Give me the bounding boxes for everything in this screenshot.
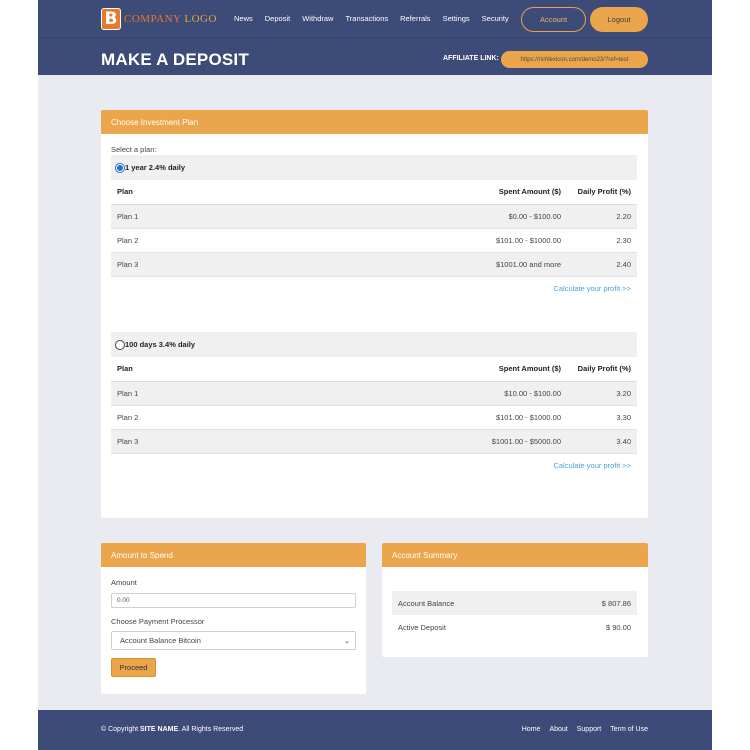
table-row: Account Balance $ 807.86	[392, 591, 637, 615]
footer-link-support[interactable]: Support	[577, 726, 602, 733]
proceed-button[interactable]: Proceed	[111, 658, 156, 677]
cell-amount: $1001.00 and more	[361, 252, 561, 277]
cell-plan: Plan 1	[111, 381, 361, 406]
company-logo[interactable]: B COMPANY LOGO	[101, 8, 217, 30]
panel-title: Account Summary	[382, 543, 648, 567]
col-header-profit: Daily Profit (%)	[561, 357, 637, 382]
cell-plan: Plan 3	[111, 429, 361, 454]
cell-profit: 2.20	[561, 204, 637, 229]
cell-plan: Plan 3	[111, 252, 361, 277]
site-header: B COMPANY LOGO News Deposit Withdraw Tra…	[38, 0, 712, 75]
radio-selected-icon[interactable]	[115, 162, 125, 173]
summary-table: Account Balance $ 807.86 Active Deposit …	[392, 591, 637, 639]
cell-amount: $10.00 - $100.00	[361, 381, 561, 406]
payment-processor-select[interactable]: Account Balance Bitcoin ⌄	[111, 631, 356, 650]
calculate-profit-link[interactable]: Calculate your profit >>	[111, 461, 637, 470]
plan-name: 1 year 2.4% daily	[125, 163, 186, 172]
col-header-plan: Plan	[111, 180, 361, 205]
cell-plan: Plan 2	[111, 228, 361, 253]
footer-link-home[interactable]: Home	[522, 726, 541, 733]
logo-logo-word: LOGO	[184, 13, 217, 25]
col-header-amount: Spent Amount ($)	[361, 357, 561, 382]
payment-processor-label: Choose Payment Processor	[111, 617, 205, 626]
cell-plan: Plan 2	[111, 405, 361, 430]
amount-input[interactable]: 0.00	[111, 593, 356, 608]
nav-transactions[interactable]: Transactions	[345, 14, 388, 23]
cell-amount: $1001.00 - $5000.00	[361, 429, 561, 454]
plan-group: 1 year 2.4% daily Plan Spent Amount ($) …	[111, 155, 637, 293]
footer-nav: Home About Support Term of Use	[522, 726, 648, 733]
affiliate-label: AFFILIATE LINK:	[443, 55, 499, 62]
copyright-suffix: . All Rights Reserved	[178, 726, 244, 733]
footer-link-about[interactable]: About	[549, 726, 567, 733]
page-title: MAKE A DEPOSIT	[101, 50, 249, 69]
cell-profit: 2.30	[561, 228, 637, 253]
amount-to-spend-panel: Amount to Spend Amount 0.00 Choose Payme…	[101, 543, 366, 694]
plan-option-1[interactable]: 1 year 2.4% daily	[111, 155, 637, 180]
chevron-down-icon: ⌄	[344, 637, 350, 645]
cell-amount: $101.00 - $1000.00	[361, 228, 561, 253]
summary-label: Active Deposit	[398, 622, 446, 632]
col-header-amount: Spent Amount ($)	[361, 180, 561, 205]
selected-processor: Account Balance Bitcoin	[120, 636, 201, 645]
copyright-text: © Copyright SITE NAME. All Rights Reserv…	[101, 726, 243, 733]
nav-settings[interactable]: Settings	[443, 14, 470, 23]
plan-table: Plan Spent Amount ($) Daily Profit (%) P…	[111, 357, 637, 454]
col-header-plan: Plan	[111, 357, 361, 382]
header-divider	[38, 37, 712, 38]
summary-label: Account Balance	[392, 591, 549, 615]
site-name: SITE NAME	[140, 726, 179, 733]
logout-button[interactable]: Logout	[590, 7, 648, 32]
logo-text: COMPANY LOGO	[124, 13, 217, 25]
plan-name: 100 days 3.4% daily	[125, 340, 196, 349]
nav-withdraw[interactable]: Withdraw	[302, 14, 333, 23]
nav-deposit[interactable]: Deposit	[265, 14, 290, 23]
cell-profit: 2.40	[561, 252, 637, 277]
table-row: Plan 2 $101.00 - $1000.00 2.30	[111, 228, 637, 253]
affiliate-link-field[interactable]: https://richlexicon.com/demo23/?ref=test	[501, 51, 648, 68]
logo-icon: B	[101, 8, 121, 30]
cell-profit: 3.20	[561, 381, 637, 406]
table-row: Plan 1 $0.00 - $100.00 2.20	[111, 204, 637, 229]
plan-group: 100 days 3.4% daily Plan Spent Amount ($…	[111, 332, 637, 470]
col-header-profit: Daily Profit (%)	[561, 180, 637, 205]
cell-amount: $0.00 - $100.00	[361, 204, 561, 229]
table-row: Plan 2 $101.00 - $1000.00 3.30	[111, 405, 637, 430]
nav-news[interactable]: News	[234, 14, 253, 23]
site-footer: © Copyright SITE NAME. All Rights Reserv…	[38, 710, 712, 750]
panel-title: Amount to Spend	[101, 543, 366, 567]
table-row: Plan 3 $1001.00 - $5000.00 3.40	[111, 429, 637, 454]
table-row: Active Deposit $ 90.00	[392, 615, 637, 639]
cell-profit: 3.30	[561, 405, 637, 430]
amount-label: Amount	[111, 578, 137, 587]
account-summary-panel: Account Summary Account Balance $ 807.86…	[382, 543, 648, 657]
table-row: Plan 1 $10.00 - $100.00 3.20	[111, 381, 637, 406]
cell-plan: Plan 1	[111, 204, 361, 229]
cell-amount: $101.00 - $1000.00	[361, 405, 561, 430]
plan-option-2[interactable]: 100 days 3.4% daily	[111, 332, 637, 357]
nav-referrals[interactable]: Referrals	[400, 14, 430, 23]
account-button[interactable]: Account	[521, 7, 586, 32]
page: B COMPANY LOGO News Deposit Withdraw Tra…	[38, 0, 712, 750]
summary-value: $ 807.86	[548, 591, 637, 615]
table-row: Plan 3 $1001.00 and more 2.40	[111, 252, 637, 277]
copyright-prefix: © Copyright	[101, 726, 139, 733]
investment-plan-panel: Choose Investment Plan Select a plan: 1 …	[101, 110, 648, 518]
main-nav: News Deposit Withdraw Transactions Refer…	[234, 14, 509, 23]
radio-unselected-icon[interactable]	[115, 339, 125, 350]
nav-security[interactable]: Security	[482, 14, 509, 23]
panel-title: Choose Investment Plan	[101, 110, 648, 134]
calculate-profit-link[interactable]: Calculate your profit >>	[111, 284, 637, 293]
cell-profit: 3.40	[561, 429, 637, 454]
summary-value: $ 90.00	[605, 622, 631, 632]
logo-company-word: COMPANY	[124, 13, 182, 25]
select-plan-label: Select a plan:	[111, 145, 157, 154]
plan-table: Plan Spent Amount ($) Daily Profit (%) P…	[111, 180, 637, 277]
footer-link-terms[interactable]: Term of Use	[610, 726, 648, 733]
